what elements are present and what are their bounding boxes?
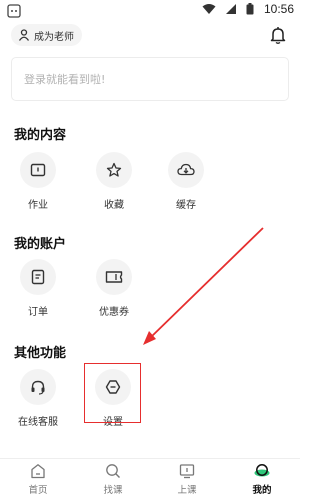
tile-label: 优惠券	[99, 307, 129, 318]
nav-label: 首页	[28, 485, 48, 496]
become-teacher-button[interactable]: 成为老师	[11, 24, 82, 46]
nav-find-course[interactable]: 找课	[85, 463, 141, 496]
nav-class[interactable]: 上课	[159, 463, 215, 496]
tile-homework[interactable]: 作业	[8, 152, 68, 224]
tile-label: 收藏	[104, 200, 124, 211]
become-teacher-label: 成为老师	[34, 31, 74, 43]
homework-icon	[30, 163, 46, 177]
headset-icon	[31, 380, 45, 395]
nav-label: 找课	[103, 485, 123, 496]
section-title-my-account: 我的账户	[14, 237, 67, 252]
annotation-highlight-box	[84, 363, 141, 423]
tile-label: 作业	[28, 200, 48, 211]
login-prompt-text: 登录就能看到啦!	[24, 73, 106, 86]
tile-orders[interactable]: 订单	[8, 259, 68, 331]
bottom-navigation: 首页 找课 上课 我的	[0, 458, 300, 500]
tile-favorites[interactable]: 收藏	[84, 152, 144, 224]
android-icon	[7, 3, 21, 22]
class-icon	[179, 464, 195, 479]
nav-home[interactable]: 首页	[10, 463, 66, 496]
search-icon	[106, 464, 120, 478]
tile-label: 缓存	[176, 200, 196, 211]
coupon-icon	[105, 271, 123, 283]
nav-label: 我的	[252, 485, 272, 496]
tile-online-service[interactable]: 在线客服	[8, 369, 68, 441]
home-icon	[31, 464, 45, 479]
section-title-other-features: 其他功能	[14, 346, 67, 361]
signal-icon	[225, 4, 236, 14]
wifi-icon	[202, 4, 216, 14]
bell-icon[interactable]	[270, 26, 286, 48]
cloud-download-icon	[177, 163, 195, 176]
teacher-icon	[17, 28, 31, 42]
order-icon	[31, 269, 45, 285]
profile-icon	[254, 464, 270, 477]
status-icons	[198, 3, 254, 22]
nav-label: 上课	[177, 485, 197, 496]
tile-cache[interactable]: 缓存	[156, 152, 216, 224]
login-prompt-card[interactable]: 登录就能看到啦!	[11, 57, 289, 101]
tile-label: 订单	[28, 307, 48, 318]
tile-label: 在线客服	[18, 417, 58, 428]
star-icon	[106, 162, 122, 177]
section-title-my-content: 我的内容	[14, 128, 67, 143]
battery-icon	[246, 3, 254, 15]
nav-profile[interactable]: 我的	[234, 463, 290, 496]
status-time: 10:56	[263, 2, 294, 16]
tile-coupons[interactable]: 优惠券	[84, 259, 144, 331]
status-bar: 10:56	[0, 0, 300, 20]
